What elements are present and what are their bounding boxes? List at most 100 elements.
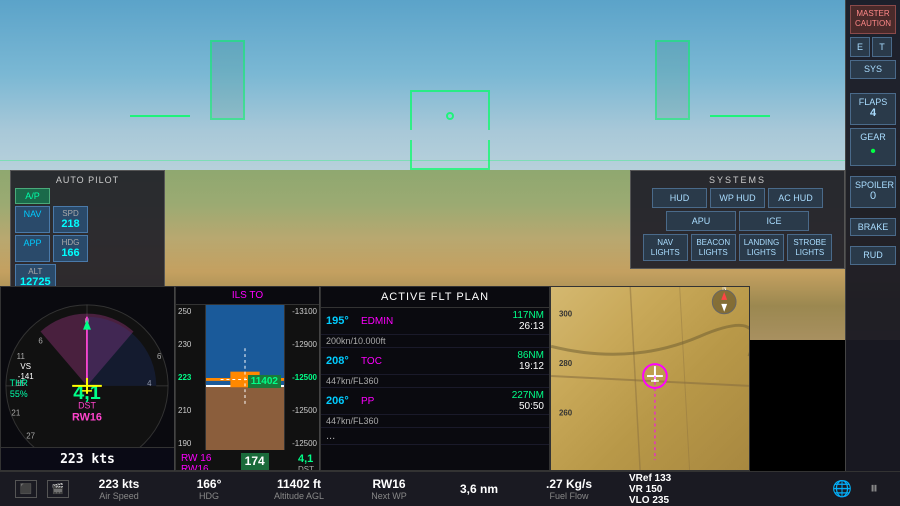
flt-row1-hdg: 195° — [326, 315, 361, 327]
ap-hdg-label: HDG — [58, 238, 83, 247]
btn-rud[interactable]: RUD — [850, 246, 896, 265]
flt-row2-speed-val: 447kn/FL360 — [326, 376, 379, 386]
btn-gear[interactable]: GEAR • — [850, 128, 896, 166]
status-hdg: 166° HDG — [179, 477, 239, 501]
svg-text:VS: VS — [20, 362, 31, 371]
sys-btn-wp-hud[interactable]: WP HUD — [710, 188, 765, 208]
ils-bottom: RW 16 RW16 174 4,1 DST — [176, 450, 319, 471]
ils-rw-labels: RW 16 RW16 — [181, 453, 211, 471]
ap-spd-val: 218 — [58, 218, 83, 230]
svg-text:55%: 55% — [10, 389, 28, 399]
flt-row2-wp: TOC — [361, 356, 517, 367]
flt-row1-speed: 200kn/10.000ft — [321, 335, 549, 348]
ap-btn-ap[interactable]: A/P — [15, 188, 50, 204]
ap-btn-hdg[interactable]: HDG 166 — [53, 235, 88, 262]
gear-dot: • — [855, 142, 891, 161]
hud-runway-left — [210, 40, 245, 120]
icon-pause[interactable]: ⏸ — [863, 480, 885, 498]
autopilot-panel: AUTO PILOT A/P NAV SPD 218 APP HDG 166 A… — [10, 170, 165, 298]
btn-flaps[interactable]: FLAPS4 — [850, 93, 896, 125]
icon-globe[interactable]: 🌐 — [831, 480, 853, 498]
flt-row-dots: ... — [321, 428, 549, 445]
compass-svg: 0 0 6 15 11 21 27 18 4 6 THR 55% VS -141 — [1, 287, 174, 470]
btn-spoiler[interactable]: SPOILER0 — [850, 176, 896, 208]
svg-text:11: 11 — [17, 352, 25, 361]
sys-btn-apu[interactable]: APU — [666, 211, 736, 231]
ap-btn-spd[interactable]: SPD 218 — [53, 206, 88, 233]
status-bar: ⬛ 🎬 223 kts Air Speed 166° HDG 11402 ft … — [0, 471, 900, 506]
hud-wings-right — [710, 115, 770, 117]
fuel-val: .27 Kg/s — [546, 477, 592, 491]
vref-val: VRef 133 — [629, 473, 671, 484]
map-background: 300 280 260 N — [551, 287, 749, 470]
sys-btn-landing-lights[interactable]: LANDINGLIGHTS — [739, 234, 785, 261]
icon-camera[interactable]: 🎬 — [47, 480, 69, 498]
sys-btn-ac-hud[interactable]: AC HUD — [768, 188, 823, 208]
ils-dst-val: 4,1 — [298, 453, 314, 465]
ap-btn-nav[interactable]: NAV — [15, 206, 50, 233]
flt-dots: ... — [326, 430, 335, 442]
status-wp: RW16 Next WP — [359, 477, 419, 501]
gear-label: GEAR — [855, 132, 891, 143]
sys-btn-nav-lights[interactable]: NAVLIGHTS — [643, 234, 688, 261]
ils-rw1: RW 16 — [181, 453, 211, 464]
right-panel: MASTERCAUTION E T SYS FLAPS4 GEAR • SPOI… — [845, 0, 900, 471]
sys-btn-hud[interactable]: HUD — [652, 188, 707, 208]
ap-spd-label: SPD — [58, 209, 83, 218]
compass-panel: 0 0 6 15 11 21 27 18 4 6 THR 55% VS -141 — [0, 286, 175, 471]
btn-brake[interactable]: BRAKE — [850, 218, 896, 237]
instruments-row: 0 0 6 15 11 21 27 18 4 6 THR 55% VS -141 — [0, 286, 750, 471]
svg-text:DST: DST — [78, 401, 96, 411]
alt-label: Altitude AGL — [274, 491, 324, 501]
ils-rw2: RW16 — [181, 464, 211, 471]
btn-master-caution[interactable]: MASTERCAUTION — [850, 5, 896, 34]
flt-row2-speed: 447kn/FL360 — [321, 375, 549, 388]
alt-val: 11402 ft — [277, 477, 321, 491]
hdg-label: HDG — [199, 491, 219, 501]
hud-center-dot — [446, 112, 454, 120]
svg-text:N: N — [722, 287, 726, 292]
btn-e[interactable]: E — [850, 37, 870, 57]
ils-alt-dst: 4,1 DST — [298, 453, 314, 471]
flt-row3-time: 50:50 — [519, 401, 544, 412]
flt-row1-speed-val: 200kn/10.000ft — [326, 336, 386, 346]
status-vref: VRef 133 VR 150 VLO 235 — [629, 473, 689, 506]
ap-row-1: A/P — [15, 188, 160, 204]
sys-btn-beacon-lights[interactable]: BEACONLIGHTS — [691, 234, 736, 261]
hud-runway-right — [655, 40, 690, 120]
flt-row-1: 195° EDMIN 117NM 26:13 — [321, 308, 549, 335]
dist-val: 3,6 nm — [460, 482, 498, 496]
btn-t[interactable]: T — [872, 37, 892, 57]
flt-row2-dist: 86NM — [517, 350, 544, 361]
ils-adi: 11402 — [206, 305, 284, 450]
compass-heading-val: 223 kts — [60, 452, 115, 467]
horizon-line — [0, 160, 900, 161]
icon-monitor[interactable]: ⬛ — [15, 480, 37, 498]
svg-text:260: 260 — [559, 409, 573, 418]
flt-row-2: 208° TOC 86NM 19:12 — [321, 348, 549, 375]
flight-plan-panel: ACTIVE FLT PLAN 195° EDMIN 117NM 26:13 2… — [320, 286, 550, 471]
flt-row3-dist: 227NM — [512, 390, 544, 401]
ils-inner: 250 230 223 210 190 — [176, 305, 319, 450]
right-et-row: E T — [850, 37, 896, 57]
svg-text:-141: -141 — [18, 372, 34, 381]
flt-plan-title: ACTIVE FLT PLAN — [321, 287, 549, 308]
hud-center — [350, 80, 550, 200]
sys-btn-strobe-lights[interactable]: STROBELIGHTS — [787, 234, 832, 261]
map-svg: 300 280 260 N — [551, 287, 749, 470]
systems-row-1: HUD WP HUD AC HUD — [635, 188, 840, 208]
systems-panel: SYSTEMS HUD WP HUD AC HUD APU ICE NAVLIG… — [630, 170, 845, 269]
flt-row3-speed-val: 447kn/FL360 — [326, 416, 379, 426]
flt-row1-dist: 117NM — [513, 310, 545, 321]
hud-wings-left — [130, 115, 190, 117]
svg-text:RW16: RW16 — [72, 412, 102, 424]
ap-btn-app[interactable]: APP — [15, 235, 50, 262]
status-dist: 3,6 nm — [449, 482, 509, 496]
sys-btn-ice[interactable]: ICE — [739, 211, 809, 231]
flt-row3-speed: 447kn/FL360 — [321, 415, 549, 428]
ils-hdg-val: 174 — [241, 453, 269, 471]
wp-val: RW16 — [372, 477, 405, 491]
fuel-label: Fuel Flow — [549, 491, 588, 501]
hud-rect-top — [410, 90, 490, 130]
btn-sys[interactable]: SYS — [850, 60, 896, 79]
